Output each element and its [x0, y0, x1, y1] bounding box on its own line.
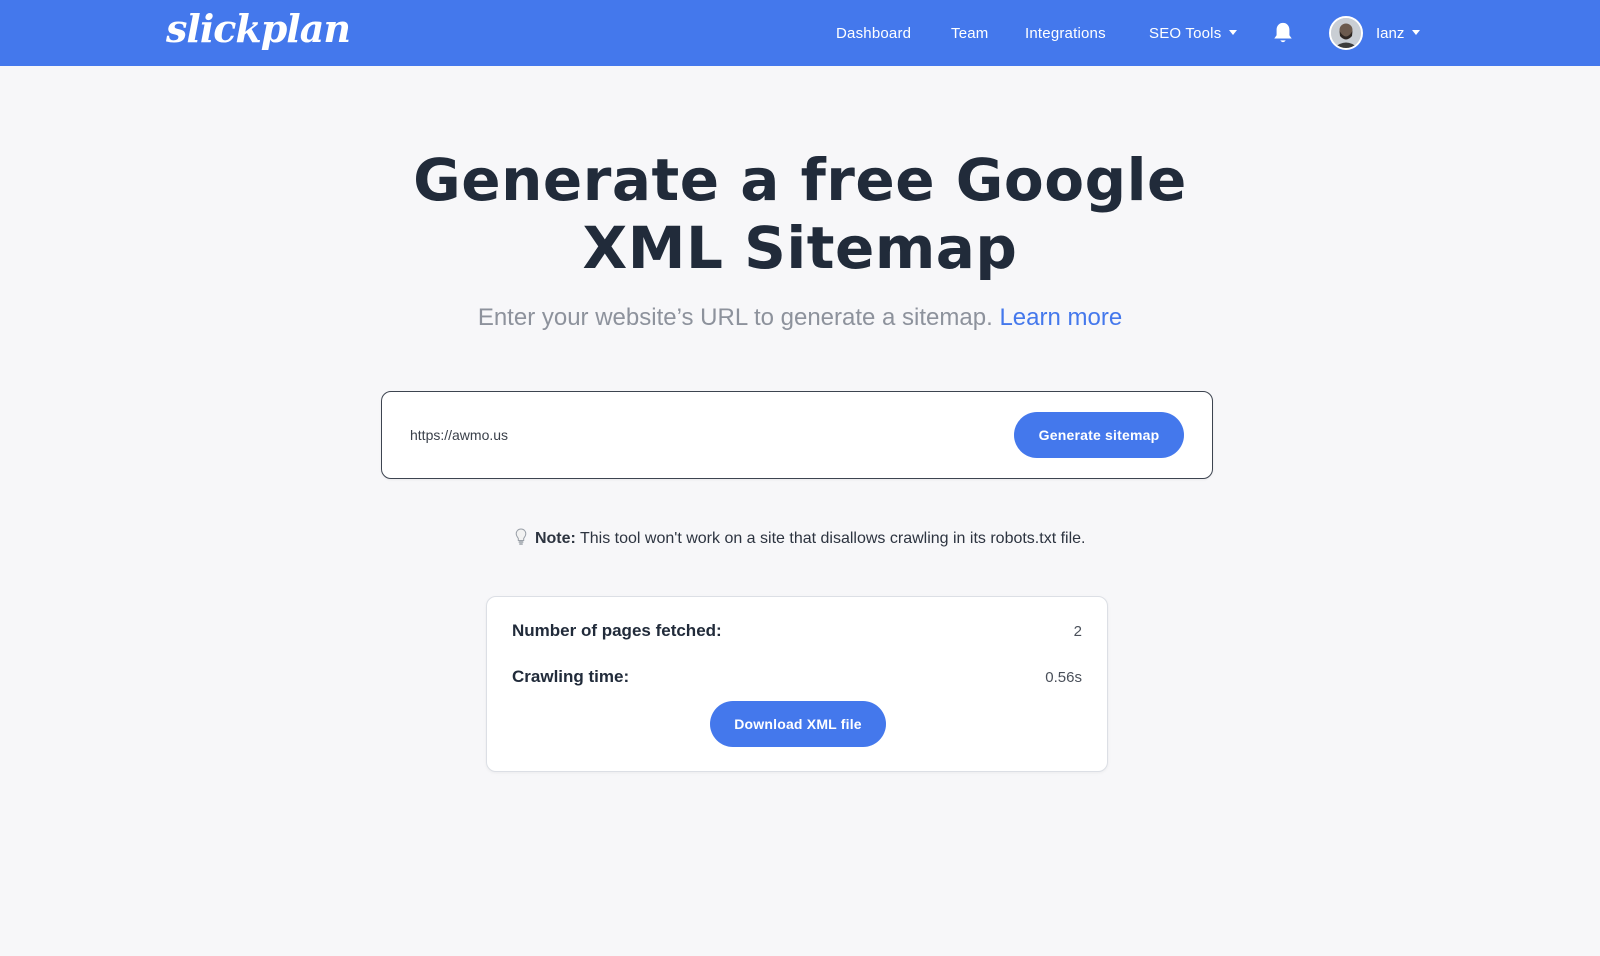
top-nav-bar: slickplan Dashboard Team Integrations SE…: [0, 0, 1600, 66]
nav-seo-tools-label: SEO Tools: [1149, 24, 1222, 42]
subtitle-text: Enter your website’s URL to generate a s…: [477, 304, 993, 331]
page-title: Generate a free Google XML Sitemap: [0, 146, 1600, 282]
page-title-line-2: XML Sitemap: [582, 214, 1018, 282]
avatar[interactable]: [1329, 16, 1363, 50]
nav-link-integrations[interactable]: Integrations: [1025, 0, 1106, 66]
bell-icon[interactable]: [1272, 21, 1294, 45]
page-title-line-1: Generate a free Google: [413, 146, 1187, 214]
nav-integrations-label: Integrations: [1025, 24, 1106, 42]
learn-more-link[interactable]: Learn more: [999, 304, 1122, 331]
nav-link-team[interactable]: Team: [951, 0, 988, 66]
user-name-label: Ianz: [1376, 24, 1405, 42]
nav-dropdown-seo-tools[interactable]: SEO Tools: [1149, 0, 1238, 66]
page-subtitle: Enter your website’s URL to generate a s…: [0, 304, 1600, 332]
slickplan-logo[interactable]: slickplan: [166, 6, 351, 51]
lightbulb-icon: [515, 528, 526, 545]
note-label: Note:: [534, 530, 576, 547]
crawling-time-label: Crawling time:: [512, 667, 630, 686]
generate-sitemap-button[interactable]: Generate sitemap: [1014, 412, 1184, 458]
user-photo-icon: [1331, 18, 1361, 48]
download-xml-button[interactable]: Download XML file: [710, 701, 886, 747]
crawling-time-value: 0.56s: [1045, 668, 1082, 686]
nav-dashboard-label: Dashboard: [836, 24, 912, 42]
results-card: Number of pages fetched: 2 Crawling time…: [486, 596, 1108, 772]
caret-down-icon: [1229, 29, 1238, 35]
url-form: Generate sitemap: [381, 391, 1213, 479]
note-text: This tool won't work on a site that disa…: [580, 530, 1086, 547]
nav-team-label: Team: [951, 24, 989, 42]
crawling-time-row: Crawling time: 0.56s: [512, 665, 1082, 689]
pages-fetched-row: Number of pages fetched: 2: [512, 619, 1082, 643]
pages-fetched-value: 2: [1073, 622, 1082, 640]
nav-link-dashboard[interactable]: Dashboard: [836, 0, 911, 66]
robots-note: Note: This tool won't work on a site tha…: [0, 528, 1600, 548]
url-input[interactable]: [410, 414, 970, 456]
user-menu[interactable]: Ianz: [1376, 0, 1421, 66]
pages-fetched-label: Number of pages fetched:: [512, 621, 722, 640]
caret-down-icon: [1412, 29, 1421, 35]
